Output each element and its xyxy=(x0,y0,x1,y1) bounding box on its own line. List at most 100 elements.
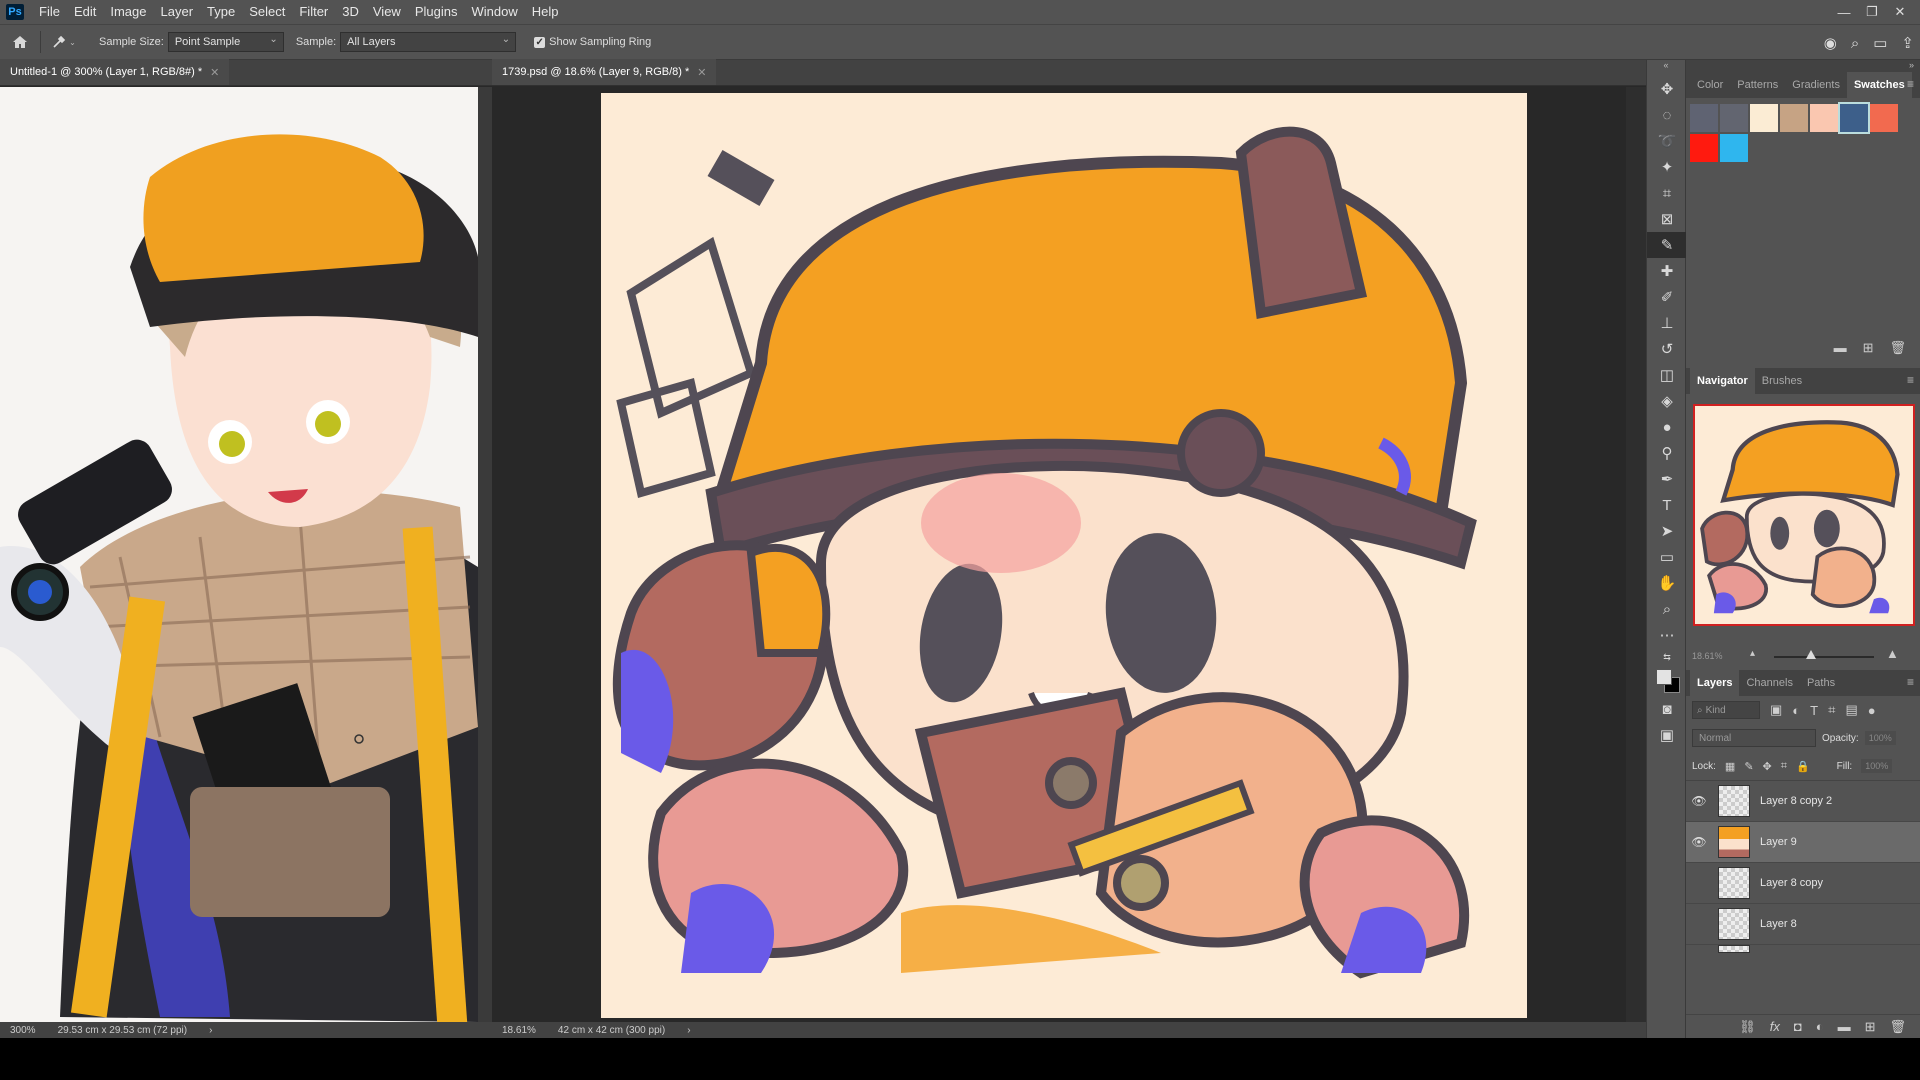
menu-select[interactable]: Select xyxy=(242,0,292,24)
chevron-right-icon[interactable]: › xyxy=(209,1025,212,1036)
lock-pixels-icon[interactable]: ✎ xyxy=(1744,760,1753,773)
zoom-level[interactable]: 300% xyxy=(10,1025,36,1036)
panel-menu-icon[interactable]: ≡ xyxy=(1907,77,1914,91)
zoom-tool-icon[interactable]: ⌕ xyxy=(1647,596,1687,622)
zoom-slider[interactable] xyxy=(1774,656,1874,658)
share-icon[interactable]: ⇪ xyxy=(1901,34,1914,52)
eye-icon[interactable]: 👁 xyxy=(1686,835,1712,849)
lock-artboard-icon[interactable]: ⌗ xyxy=(1781,760,1787,773)
layer-kind-filter[interactable]: ⌕ Kind xyxy=(1692,701,1760,719)
swatch-6[interactable] xyxy=(1870,104,1898,132)
tab-untitled-1[interactable]: Untitled-1 @ 300% (Layer 1, RGB/8#) * ✕ xyxy=(0,59,230,85)
tab-color[interactable]: Color xyxy=(1690,72,1730,98)
blur-tool-icon[interactable]: ● xyxy=(1647,414,1687,440)
brush-tool-icon[interactable]: ✐ xyxy=(1647,284,1687,310)
chevron-right-icon[interactable]: › xyxy=(687,1025,690,1036)
menu-filter[interactable]: Filter xyxy=(292,0,335,24)
tab-gradients[interactable]: Gradients xyxy=(1785,72,1847,98)
shape-filter-icon[interactable]: ⌗ xyxy=(1828,702,1835,718)
menu-type[interactable]: Type xyxy=(200,0,242,24)
lock-all-icon[interactable]: 🔒 xyxy=(1796,760,1810,773)
swatch-2[interactable] xyxy=(1750,104,1778,132)
swatch-3[interactable] xyxy=(1780,104,1808,132)
zoom-out-icon[interactable]: ▴ xyxy=(1750,648,1755,659)
new-layer-icon[interactable]: ⊞ xyxy=(1865,1019,1876,1035)
fill-input[interactable]: 100% xyxy=(1861,759,1893,773)
tab-brushes[interactable]: Brushes xyxy=(1755,368,1809,394)
menu-edit[interactable]: Edit xyxy=(67,0,103,24)
search-icon[interactable]: ⌕ xyxy=(1851,35,1859,52)
lasso-tool-icon[interactable]: ➰ xyxy=(1647,128,1687,154)
menu-help[interactable]: Help xyxy=(525,0,566,24)
hand-tool-icon[interactable]: ✋ xyxy=(1647,570,1687,596)
dodge-tool-icon[interactable]: ⚲ xyxy=(1647,440,1687,466)
navigator-zoom-value[interactable]: 18.61% xyxy=(1692,651,1723,661)
smart-object-filter-icon[interactable]: ▤ xyxy=(1845,702,1857,718)
layer-row[interactable]: Layer 8 copy xyxy=(1686,863,1920,904)
panel-menu-icon[interactable]: ≡ xyxy=(1907,373,1914,387)
screen-mode-icon[interactable]: ▣ xyxy=(1647,722,1687,748)
image-filter-icon[interactable]: ▣ xyxy=(1770,702,1782,718)
trash-icon[interactable]: 🗑 xyxy=(1889,1019,1906,1035)
layer-row[interactable]: Layer 8 xyxy=(1686,904,1920,945)
tab-layers[interactable]: Layers xyxy=(1690,670,1740,696)
eyedropper-tool-icon[interactable]: ✎ xyxy=(1647,232,1687,258)
new-swatch-icon[interactable]: ⊞ xyxy=(1863,340,1874,356)
tab-channels[interactable]: Channels xyxy=(1739,670,1799,696)
blend-mode-select[interactable]: Normal xyxy=(1692,729,1816,747)
marquee-tool-icon[interactable]: ◌ xyxy=(1647,102,1687,128)
swatch-5[interactable] xyxy=(1838,102,1870,134)
frame-tool-icon[interactable]: ⊠ xyxy=(1647,206,1687,232)
healing-brush-tool-icon[interactable]: ✚ xyxy=(1647,258,1687,284)
workspace-icon[interactable]: ▭ xyxy=(1873,34,1887,52)
fx-icon[interactable]: fx xyxy=(1770,1019,1780,1034)
eye-icon[interactable]: 👁 xyxy=(1686,794,1712,808)
menu-window[interactable]: Window xyxy=(464,0,524,24)
quick-mask-icon[interactable]: ◙ xyxy=(1647,696,1687,722)
zoom-slider-thumb[interactable] xyxy=(1806,650,1816,659)
tab-paths[interactable]: Paths xyxy=(1800,670,1842,696)
new-group-icon[interactable]: ▬ xyxy=(1838,1019,1851,1034)
swatch-8[interactable] xyxy=(1720,134,1748,162)
swatch-4[interactable] xyxy=(1810,104,1838,132)
clone-stamp-tool-icon[interactable]: ⊥ xyxy=(1647,310,1687,336)
layer-row[interactable]: 👁 Layer 8 copy 2 xyxy=(1686,781,1920,822)
artwork-canvas[interactable] xyxy=(601,93,1527,1018)
crop-tool-icon[interactable]: ⌗ xyxy=(1647,180,1687,206)
reference-image-canvas[interactable] xyxy=(0,87,478,1022)
folder-icon[interactable]: ▬ xyxy=(1834,340,1847,356)
tab-swatches[interactable]: Swatches xyxy=(1846,72,1912,98)
collapse-panels-icon[interactable]: » xyxy=(1686,60,1920,72)
rectangle-tool-icon[interactable]: ▭ xyxy=(1647,544,1687,570)
panel-menu-icon[interactable]: ≡ xyxy=(1907,675,1914,689)
lock-transparent-icon[interactable]: ▦ xyxy=(1725,760,1735,773)
paint-bucket-tool-icon[interactable]: ◈ xyxy=(1647,388,1687,414)
adjustment-filter-icon[interactable]: ◐ xyxy=(1792,703,1800,718)
swatch-0[interactable] xyxy=(1690,104,1718,132)
vertical-scrollbar[interactable] xyxy=(478,87,492,1022)
show-sampling-ring-checkbox[interactable]: ✓ xyxy=(534,36,546,48)
menu-view[interactable]: View xyxy=(366,0,408,24)
lock-position-icon[interactable]: ✥ xyxy=(1763,760,1772,773)
trash-icon[interactable]: 🗑 xyxy=(1889,340,1906,356)
history-brush-tool-icon[interactable]: ↺ xyxy=(1647,336,1687,362)
home-icon[interactable] xyxy=(0,35,40,49)
menu-3d[interactable]: 3D xyxy=(335,0,366,24)
menu-file[interactable]: File xyxy=(32,0,67,24)
tab-patterns[interactable]: Patterns xyxy=(1730,72,1785,98)
magic-wand-tool-icon[interactable]: ✦ xyxy=(1647,154,1687,180)
path-selection-tool-icon[interactable]: ➤ xyxy=(1647,518,1687,544)
filter-toggle-icon[interactable]: ● xyxy=(1868,703,1876,718)
close-icon[interactable]: ✕ xyxy=(697,66,706,79)
sample-select[interactable]: All Layers ⌄ xyxy=(340,32,517,52)
swatch-1[interactable] xyxy=(1720,104,1748,132)
eyedropper-tool-preset-icon[interactable]: ⌄ xyxy=(41,35,87,49)
vertical-scrollbar[interactable] xyxy=(1626,87,1646,1022)
move-tool-icon[interactable]: ✥ xyxy=(1647,76,1687,102)
menu-plugins[interactable]: Plugins xyxy=(408,0,465,24)
pen-tool-icon[interactable]: ✒ xyxy=(1647,466,1687,492)
sample-size-select[interactable]: Point Sample ⌄ xyxy=(167,32,284,52)
zoom-in-icon[interactable]: ▲ xyxy=(1886,646,1899,661)
restore-button[interactable]: ❐ xyxy=(1858,0,1886,24)
close-icon[interactable]: ✕ xyxy=(210,66,219,79)
